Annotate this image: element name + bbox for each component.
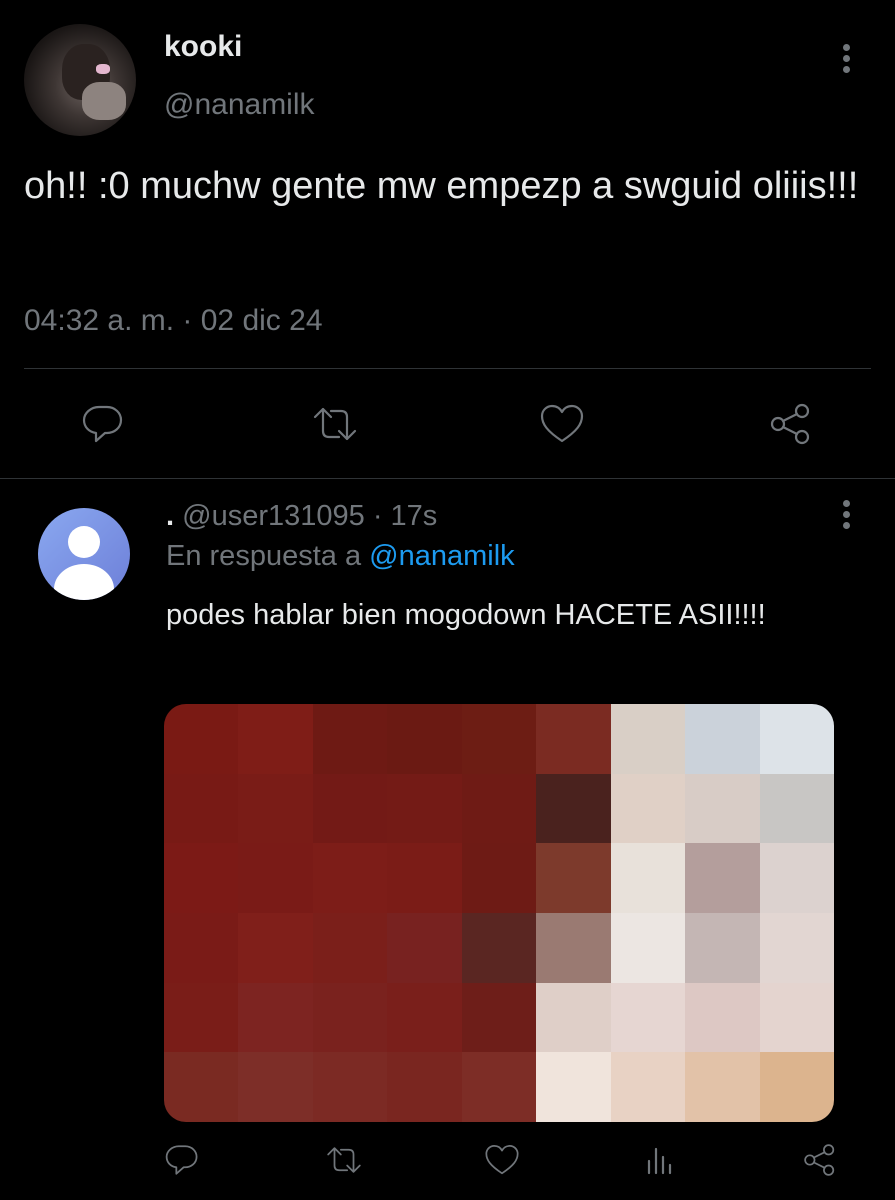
- media-pixel: [164, 1052, 239, 1122]
- media-pixel: [759, 912, 834, 983]
- media-pixel: [759, 982, 834, 1053]
- media-pixel: [610, 912, 686, 983]
- media-pixel: [536, 912, 611, 983]
- avatar[interactable]: [24, 24, 136, 136]
- media-pixel: [238, 912, 313, 983]
- media-pixel: [387, 704, 462, 774]
- media-pixel: [387, 912, 462, 983]
- author-display-name[interactable]: kooki: [164, 30, 242, 64]
- retweet-button[interactable]: [310, 402, 360, 446]
- media-pixel: [461, 773, 537, 844]
- like-button[interactable]: [537, 402, 587, 446]
- reply-button[interactable]: [78, 402, 128, 446]
- media-pixel: [536, 843, 611, 913]
- media-pixel: [387, 773, 462, 844]
- reply-time[interactable]: 17s: [391, 500, 438, 532]
- media-pixel: [164, 982, 239, 1053]
- reply-reply-button[interactable]: [162, 1140, 202, 1180]
- reply-time-separator: ·: [372, 500, 383, 532]
- tweet-text: oh!! :0 muchw gente mw empezp a swguid o…: [24, 165, 859, 207]
- media-pixel: [312, 982, 388, 1053]
- media-pixel: [759, 704, 834, 774]
- media-pixel: [685, 843, 760, 913]
- avatar-hand: [82, 82, 126, 120]
- reply-header: . @user131095 · 17s: [166, 500, 437, 533]
- avatar-hair-bow: [96, 64, 110, 74]
- reply-display-name[interactable]: .: [166, 500, 174, 532]
- reply-share-button[interactable]: [800, 1140, 840, 1180]
- like-icon: [540, 404, 584, 443]
- media-pixel: [312, 704, 388, 774]
- media-pixel: [536, 704, 611, 774]
- reply-text: podes hablar bien mogodown HACETE ASII!!…: [166, 599, 766, 631]
- reply-views-button[interactable]: [640, 1140, 680, 1180]
- reply-handle[interactable]: @user131095: [182, 500, 365, 532]
- media-pixel: [312, 843, 388, 913]
- media-pixel: [164, 912, 239, 983]
- media-pixel: [461, 1052, 537, 1122]
- in-reply-to-prefix: En respuesta a: [166, 540, 362, 572]
- media-pixel: [238, 982, 313, 1053]
- media-pixel: [238, 704, 313, 774]
- media-pixel: [461, 704, 537, 774]
- media-pixel: [759, 773, 834, 844]
- media-pixel: [536, 1052, 611, 1122]
- media-pixel: [610, 773, 686, 844]
- media-pixel: [685, 773, 760, 844]
- media-pixel: [164, 704, 239, 774]
- reply-avatar[interactable]: [38, 508, 130, 600]
- media-pixel: [312, 773, 388, 844]
- media-pixel: [685, 912, 760, 983]
- divider: [0, 478, 895, 479]
- media-pixel: [387, 843, 462, 913]
- media-pixel: [759, 843, 834, 913]
- in-reply-to: En respuesta a @nanamilk: [166, 540, 515, 573]
- views-icon: [647, 1147, 672, 1175]
- media-pixel: [461, 912, 537, 983]
- media-pixel: [685, 982, 760, 1053]
- like-icon: [485, 1145, 519, 1175]
- media-pixel: [164, 843, 239, 913]
- media-pixel: [238, 773, 313, 844]
- tweet-timestamp[interactable]: 04:32 a. m. · 02 dic 24: [24, 304, 323, 338]
- more-options-icon[interactable]: [836, 44, 856, 80]
- media-pixel: [610, 1052, 686, 1122]
- media-pixel: [312, 1052, 388, 1122]
- media-pixel: [759, 1052, 834, 1122]
- media-pixel: [610, 704, 686, 774]
- share-icon: [770, 403, 810, 445]
- media-pixel: [164, 773, 239, 844]
- media-pixel: [685, 704, 760, 774]
- reply-media-image[interactable]: [164, 704, 834, 1122]
- media-pixel: [312, 912, 388, 983]
- media-pixel: [536, 773, 611, 844]
- share-icon: [804, 1144, 835, 1176]
- retweet-icon: [327, 1147, 361, 1173]
- media-pixel: [536, 982, 611, 1053]
- media-pixel: [610, 982, 686, 1053]
- author-handle[interactable]: @nanamilk: [164, 88, 315, 122]
- media-pixel: [387, 982, 462, 1053]
- reply-icon: [165, 1145, 198, 1175]
- reply-icon: [82, 405, 123, 443]
- reply-more-options-icon[interactable]: [836, 500, 856, 536]
- divider: [24, 368, 871, 369]
- media-pixel: [387, 1052, 462, 1122]
- media-pixel: [461, 843, 537, 913]
- share-button[interactable]: [766, 402, 816, 446]
- media-pixel: [685, 1052, 760, 1122]
- media-pixel: [238, 843, 313, 913]
- media-pixel: [610, 843, 686, 913]
- in-reply-to-mention[interactable]: @nanamilk: [369, 540, 515, 572]
- media-pixel: [238, 1052, 313, 1122]
- reply-like-button[interactable]: [482, 1140, 522, 1180]
- retweet-icon: [313, 407, 357, 441]
- reply-retweet-button[interactable]: [324, 1140, 364, 1180]
- media-pixel: [461, 982, 537, 1053]
